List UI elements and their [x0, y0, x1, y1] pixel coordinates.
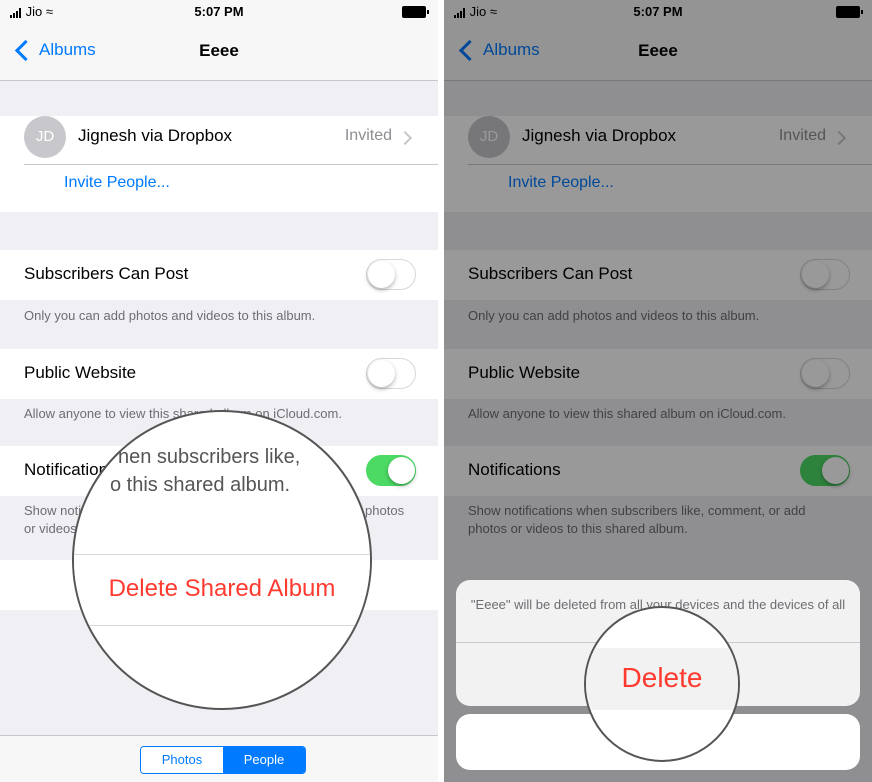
invite-status: Invited — [344, 127, 392, 144]
segment-bar: Photos People — [0, 735, 438, 782]
status-time: 5:07 PM — [194, 4, 244, 19]
subscribers-can-post-label: Subscribers Can Post — [24, 264, 189, 283]
delete-shared-album-button[interactable]: Delete Shared Album — [74, 575, 370, 603]
notifications-toggle[interactable] — [366, 455, 416, 486]
magnifier: hen subscribers like, o this shared albu… — [72, 410, 372, 710]
right-screen: Jio ≈ 5:07 PM Albums Eeee JD Jignesh via… — [444, 0, 872, 782]
public-website-row: Public Website — [0, 349, 438, 399]
status-bar: Jio ≈ 5:07 PM — [0, 0, 438, 24]
magnified-text: o this shared album. — [110, 474, 291, 496]
segment-people[interactable]: People — [223, 747, 305, 773]
battery-icon — [402, 6, 429, 18]
person-name[interactable]: Jignesh via Dropbox — [78, 126, 232, 146]
magnified-delete-row: Delete Shared Album — [74, 554, 370, 626]
magnifier: Delete — [584, 606, 740, 762]
avatar: JD — [24, 116, 66, 158]
segmented-control: Photos People — [140, 746, 306, 774]
page-title: Eeee — [199, 41, 239, 60]
people-group: JD Jignesh via Dropbox Invited Invite Pe… — [0, 116, 438, 212]
magnified-text: hen subscribers like, — [118, 446, 301, 468]
nav-bar: Albums Eeee — [0, 24, 438, 81]
public-website-toggle[interactable] — [366, 358, 416, 389]
subscribers-can-post-toggle[interactable] — [366, 259, 416, 290]
subscribers-can-post-row: Subscribers Can Post — [0, 250, 438, 300]
segment-photos[interactable]: Photos — [141, 747, 223, 773]
public-website-label: Public Website — [24, 363, 137, 382]
subscribers-footer: Only you can add photos and videos to th… — [24, 308, 316, 323]
magnified-delete-row: Delete — [586, 648, 738, 710]
chevron-right-icon — [397, 130, 413, 146]
divider — [24, 164, 438, 165]
invite-people-button[interactable]: Invite People... — [64, 174, 170, 192]
delete-button[interactable]: Delete — [586, 662, 738, 694]
left-screen: Jio ≈ 5:07 PM Albums Eeee JD Jignesh via… — [0, 0, 438, 782]
